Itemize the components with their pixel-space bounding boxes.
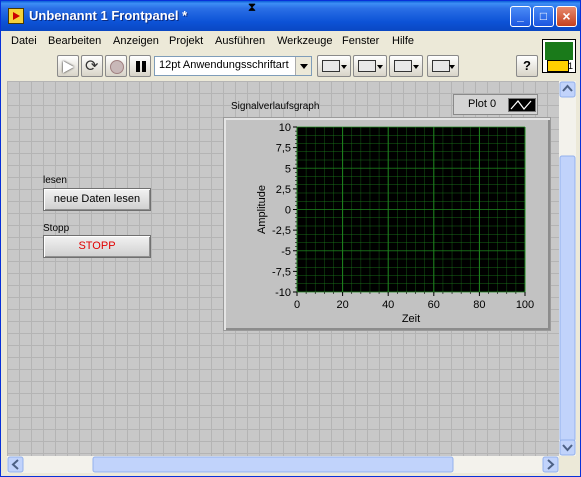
align-objects-icon[interactable] — [317, 55, 351, 77]
x-tick-label: 100 — [516, 299, 534, 311]
legend-line-swatch[interactable] — [508, 98, 536, 112]
menu-anzeigen[interactable]: Anzeigen — [113, 35, 159, 47]
y-tick-label: 2,5 — [276, 184, 291, 196]
chevron-down-icon[interactable] — [295, 57, 311, 75]
run-continuously-icon[interactable] — [81, 55, 103, 77]
y-tick-label: 7,5 — [276, 143, 291, 155]
labview-front-panel-window: Unbenannt 1 Frontpanel * _ □ × ⧗ Datei B… — [0, 0, 581, 477]
y-tick-label: -7,5 — [272, 266, 291, 278]
labview-app-icon[interactable] — [8, 8, 24, 24]
y-tick-label: 5 — [285, 163, 291, 175]
abort-execution-icon[interactable] — [105, 55, 127, 77]
maximize-button[interactable]: □ — [533, 6, 554, 27]
plot-legend[interactable]: Plot 0 — [453, 94, 538, 115]
stop-control-label: Stopp — [43, 223, 70, 234]
graph-label: Signalverlaufsgraph — [231, 101, 320, 112]
x-axis-label: Zeit — [402, 313, 420, 325]
text-settings-select[interactable]: 12pt Anwendungsschriftart — [154, 56, 312, 76]
x-tick-label: 40 — [382, 299, 394, 311]
minimize-button[interactable]: _ — [510, 6, 531, 27]
y-tick-label: 0 — [285, 205, 291, 217]
y-axis-label: Amplitude — [256, 185, 268, 234]
resize-objects-icon[interactable] — [389, 55, 423, 77]
menu-bar: Datei Bearbeiten Anzeigen Projekt Ausfüh… — [1, 32, 541, 52]
menu-bearbeiten[interactable]: Bearbeiten — [48, 35, 101, 47]
distribute-objects-icon[interactable] — [353, 55, 387, 77]
menu-fenster[interactable]: Fenster — [342, 35, 379, 47]
menu-werkzeuge[interactable]: Werkzeuge — [277, 35, 332, 47]
horizontal-scrollbar[interactable] — [7, 456, 559, 473]
x-tick-label: 20 — [336, 299, 348, 311]
y-tick-label: -2,5 — [272, 225, 291, 237]
x-tick-label: 80 — [473, 299, 485, 311]
vi-icon-number: 1 — [567, 61, 573, 71]
vi-icon[interactable]: 1 — [542, 39, 576, 73]
run-arrow-icon[interactable] — [57, 55, 79, 77]
text-settings-value: 12pt Anwendungsschriftart — [159, 59, 289, 71]
vertical-scrollbar[interactable] — [559, 81, 576, 456]
legend-plot-name: Plot 0 — [468, 98, 497, 110]
reorder-icon[interactable] — [427, 55, 459, 77]
y-tick-label: 10 — [279, 122, 291, 134]
pause-icon[interactable] — [129, 55, 151, 77]
read-control-label: lesen — [43, 175, 67, 186]
read-new-data-button[interactable]: neue Daten lesen — [43, 188, 151, 211]
y-tick-label: -5 — [281, 246, 291, 258]
context-help-icon[interactable] — [516, 55, 538, 77]
menu-ausfuehren[interactable]: Ausführen — [215, 35, 265, 47]
y-tick-label: -10 — [275, 287, 291, 299]
menu-hilfe[interactable]: Hilfe — [392, 35, 414, 47]
x-tick-label: 0 — [294, 299, 300, 311]
toolbar: 12pt Anwendungsschriftart — [1, 53, 541, 79]
menu-projekt[interactable]: Projekt — [169, 35, 203, 47]
menu-datei[interactable]: Datei — [11, 35, 37, 47]
x-tick-label: 60 — [428, 299, 440, 311]
title-bar[interactable]: Unbenannt 1 Frontpanel * _ □ × — [1, 1, 580, 31]
waveform-graph[interactable]: 107,552,50-2,5-5-7,5-100 20 40 60 80 100ZeitA… — [223, 117, 551, 331]
close-button[interactable]: × — [556, 6, 577, 27]
front-panel[interactable]: lesen neue Daten lesen Stopp STOPP Signa… — [7, 81, 559, 456]
window-title: Unbenannt 1 Frontpanel * — [29, 8, 188, 23]
stop-button[interactable]: STOPP — [43, 235, 151, 258]
hourglass-cursor-icon: ⧗ — [247, 0, 257, 14]
